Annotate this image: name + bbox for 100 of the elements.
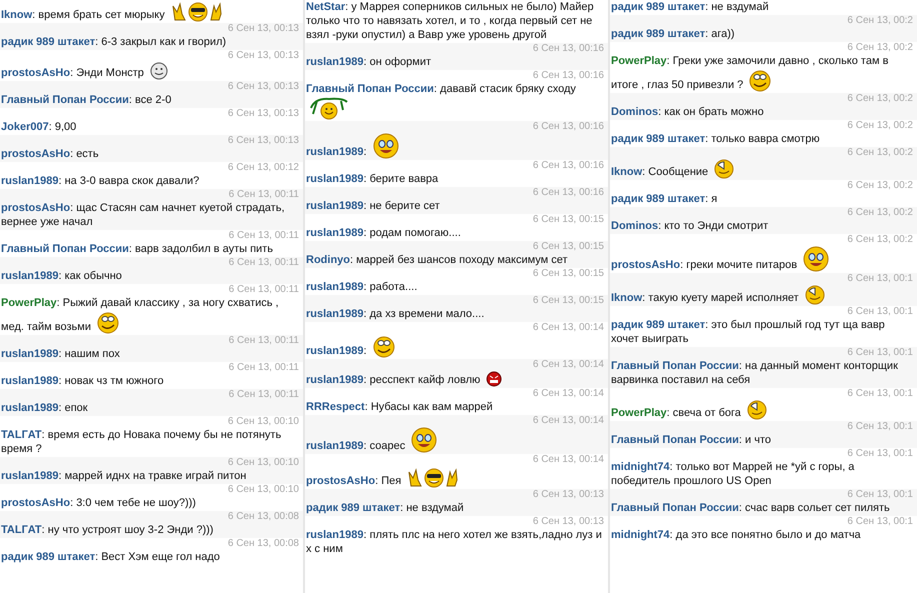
message-time: 6 Сен 13, 00:2	[847, 147, 914, 159]
message-time: 6 Сен 13, 00:16	[532, 187, 605, 199]
laughing-smiley-icon	[372, 133, 399, 159]
message-time: 6 Сен 13, 00:2	[847, 207, 914, 219]
message-time: 6 Сен 13, 00:11	[228, 257, 300, 269]
message-time: 6 Сен 13, 00:14	[532, 322, 605, 334]
message-text: prostosAsHo: греки мочите питаров	[611, 246, 917, 272]
message-time: 6 Сен 13, 00:2	[847, 234, 914, 246]
message-text: Главный Попан России: на данный момент конторщик варвинка поставил на себя	[611, 359, 899, 387]
message-text: радик 989 штакет: Вест Хэм еще гол надо	[1, 550, 221, 564]
message-time: 6 Сен 13, 00:11	[228, 284, 300, 296]
message-text: TALГAT: время есть до Новака почему бы не потянуть время ?	[1, 428, 282, 456]
message-text: радик 989 штакет: не вздумай	[306, 501, 465, 515]
message-text: prostosAsHo: Пея	[306, 466, 608, 488]
message-time: 6 Сен 13, 00:16	[532, 70, 605, 82]
message-text: PowerPlay: свеча от бога	[611, 400, 917, 420]
message-time: 6 Сен 13, 00:11	[228, 335, 300, 347]
message-text: prostosAsHo: есть	[1, 147, 100, 161]
message-time: 6 Сен 13, 00:2	[847, 120, 914, 132]
message-time: 6 Сен 13, 00:14	[532, 359, 605, 371]
message-text: ruslan1989: как обычно	[1, 269, 123, 283]
message-time: 6 Сен 13, 00:11	[228, 362, 300, 374]
message-text: ruslan1989: маррей иднх на травке играй питон	[1, 469, 248, 483]
message-text: Iknow: время брать сет мюрыку	[1, 0, 303, 22]
message-time: 6 Сен 13, 00:1	[847, 448, 914, 460]
message-time: 6 Сен 13, 00:15	[532, 295, 605, 307]
message-time: 6 Сен 13, 00:13	[228, 135, 300, 147]
message-time: 6 Сен 13, 00:2	[847, 42, 914, 54]
message-text: ruslan1989: берите вавра	[306, 172, 440, 186]
message-text: Главный Попан России: счас варв сольет сет пилять	[611, 501, 891, 515]
message-text: Главный Попан России: все 2-0	[1, 93, 172, 107]
message-time: 6 Сен 13, 00:1	[847, 347, 914, 359]
message-text: RRRespect: Нубасы как вам маррей	[306, 400, 494, 414]
message-time: 6 Сен 13, 00:1	[847, 516, 914, 528]
message-time: 6 Сен 13, 00:1	[847, 489, 914, 501]
message-text: радик 989 штакет: ага))	[611, 27, 736, 41]
message-time: 6 Сен 13, 00:2	[847, 180, 914, 192]
message-time: 6 Сен 13, 00:1	[847, 306, 914, 318]
message-time: 6 Сен 13, 00:2	[847, 15, 914, 27]
message-time: 6 Сен 13, 00:13	[228, 50, 300, 62]
swinging-smiley-icon	[309, 96, 349, 120]
message-time: 6 Сен 13, 00:13	[228, 108, 300, 120]
message-text: Iknow: Сообщение	[611, 159, 917, 179]
message-time: 6 Сен 13, 00:15	[532, 241, 605, 253]
message-time: 6 Сен 13, 00:15	[532, 214, 605, 226]
message-time: 6 Сен 13, 00:13	[532, 516, 605, 528]
message-text: радик 989 штакет: 6-3 закрыл как и гворил)	[1, 35, 228, 49]
message-text: midnight74: только вот Маррей не *уй с горы, а победитель прошлого US Open	[611, 460, 856, 488]
message-time: 6 Сен 13, 00:1	[847, 273, 914, 285]
message-text: Rodinyo: маррей без шансов походу максимум сет	[306, 253, 569, 267]
message-text: Dominos: как он брать можно	[611, 105, 765, 119]
message-time: 6 Сен 13, 00:16	[532, 43, 605, 55]
message-time: 6 Сен 13, 00:16	[532, 121, 605, 133]
message-text: prostosAsHo: 3:0 чем тебе не шоу?)))	[1, 496, 197, 510]
message-text: ruslan1989: новак чз тм южного	[1, 374, 165, 388]
message-text: prostosAsHo: Энди Монстр	[1, 62, 303, 80]
message-text: ruslan1989: на 3-0 вавра скок давали?	[1, 174, 200, 188]
message-text: NetStar: у Маррея соперников сильных не было) Майер только что то навязать хотел, и то , когда первый сет не взял -руки опустил) а Вавр уже уровень другой	[306, 0, 595, 42]
message-text: Главный Попан России: варв задолбил в ауты пить	[1, 242, 274, 256]
message-text: радик 989 штакет: только вавра смотрю	[611, 132, 821, 146]
message-time: 6 Сен 13, 00:10	[228, 416, 300, 428]
message-text: ruslan1989: он оформит	[306, 55, 432, 69]
message-time: 6 Сен 13, 00:10	[228, 484, 300, 496]
message-time: 6 Сен 13, 00:1	[847, 421, 914, 433]
message-text: ruslan1989: да хз времени мало....	[306, 307, 486, 321]
message-text: ruslan1989: епок	[1, 401, 89, 415]
smiley-icon	[150, 62, 168, 80]
message-time: 6 Сен 13, 00:15	[532, 268, 605, 280]
message-time: 6 Сен 13, 00:2	[847, 93, 914, 105]
message-time: 6 Сен 13, 00:08	[228, 511, 300, 523]
message-time: 6 Сен 13, 00:14	[532, 415, 605, 427]
laughing-smiley-icon	[411, 427, 438, 453]
message-text: ruslan1989: ресспект кайф ловлю	[306, 371, 608, 387]
message-text: Joker007: 9,00	[1, 120, 78, 134]
message-time: 6 Сен 13, 00:10	[228, 457, 300, 469]
message-text: Главный Попан России: и что	[611, 433, 772, 447]
message-text: midnight74: да это все понятно было и до матча	[611, 528, 862, 542]
message-text: радик 989 штакет: это был прошлый год тут ща вавр хочет выиграть	[611, 318, 886, 346]
message-text: ruslan1989: родам помогаю....	[306, 226, 462, 240]
message-time: 6 Сен 13, 00:1	[847, 388, 914, 400]
message-text: TALГAT: ну что устроят шоу 3-2 Энди ?)))	[1, 523, 214, 537]
message-text: ruslan1989: соарес	[306, 427, 608, 453]
message-time: 6 Сен 13, 00:11	[228, 189, 300, 201]
message-text: ruslan1989: не берите сет	[306, 199, 441, 213]
message-time: 6 Сен 13, 00:11	[228, 389, 300, 401]
message-text: PowerPlay: Греки уже замочили давно , сколько там в итоге , глаз 50 привезли ?	[611, 54, 890, 92]
message-time: 6 Сен 13, 00:13	[228, 23, 300, 35]
message-text: радик 989 штакет: я	[611, 192, 718, 206]
message-text: ruslan1989:	[306, 334, 608, 358]
message-text: Главный Попан России: дававй стасик бряку сходу	[306, 82, 608, 120]
message-text: ruslan1989: работа....	[306, 280, 418, 294]
message-text: prostosAsHo: щас Стасян сам начнет куетой страдать, вернее уже начал	[1, 201, 286, 229]
message-time: 6 Сен 13, 00:12	[228, 162, 300, 174]
message-text: ruslan1989: плять плс на него хотел же взять,ладно луз и х с ним	[306, 528, 603, 556]
message-text: Dominos: кто то Энди смотрит	[611, 219, 770, 233]
message-time: 6 Сен 13, 00:14	[532, 388, 605, 400]
message-time: 6 Сен 13, 00:16	[532, 160, 605, 172]
message-time: 6 Сен 13, 00:08	[228, 538, 300, 550]
message-time: 6 Сен 13, 00:11	[228, 230, 300, 242]
message-time: 6 Сен 13, 00:13	[228, 81, 300, 93]
